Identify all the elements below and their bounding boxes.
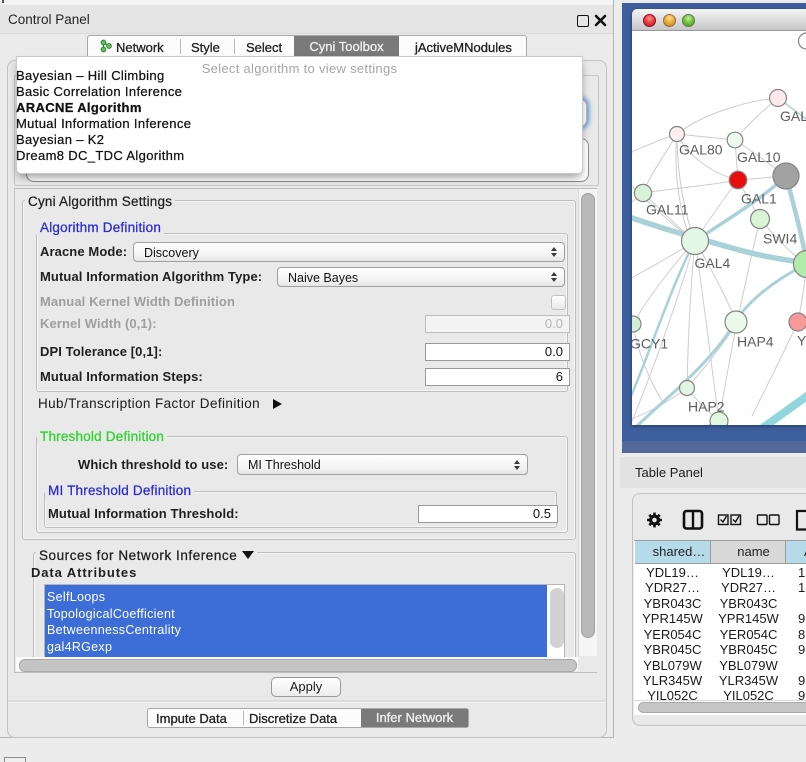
svg-text:GAL1: GAL1 [741, 191, 777, 207]
svg-text:GAL80: GAL80 [679, 142, 723, 158]
svg-text:GAL11: GAL11 [646, 202, 689, 218]
svg-text:GAL10: GAL10 [737, 149, 781, 165]
svg-text:HAP2: HAP2 [688, 399, 725, 415]
svg-text:SWI4: SWI4 [763, 231, 797, 247]
svg-text:Y: Y [797, 333, 806, 349]
svg-text:GCY1: GCY1 [632, 336, 668, 352]
svg-text:GAL7: GAL7 [780, 108, 806, 124]
svg-text:GAL4: GAL4 [695, 255, 731, 271]
svg-text:HAP4: HAP4 [737, 334, 774, 350]
